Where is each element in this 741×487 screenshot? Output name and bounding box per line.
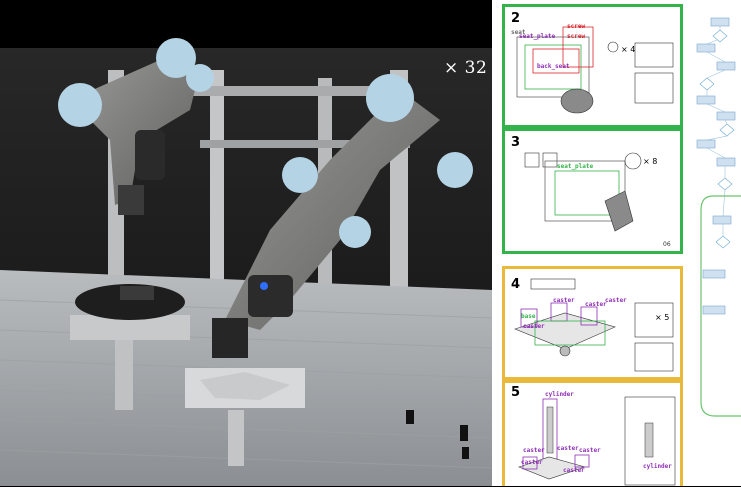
label-screw: screw <box>567 33 586 40</box>
manual-panel: 2 seat_plate screw screw seat back_seat … <box>492 0 741 486</box>
speed-label: × 32 <box>444 58 488 78</box>
label-caster: caster <box>563 467 585 474</box>
count-label: × 5 <box>655 313 670 322</box>
label-caster: caster <box>557 445 579 452</box>
label-caster: caster <box>579 447 601 454</box>
step-2-panel: 2 seat_plate screw screw seat back_seat … <box>502 4 683 128</box>
label-caster: caster <box>585 301 607 308</box>
step-4-panel: 4 caster caster caster base caster × 5 <box>502 266 683 380</box>
label-caster: caster <box>523 323 545 330</box>
step-5-panel: 5 cylinder caster caster caster caster c… <box>502 380 683 486</box>
step-2-diagram <box>516 26 674 114</box>
count-label: × 8 <box>643 157 658 166</box>
label-screw: screw <box>567 23 586 30</box>
count-label: × 4 <box>621 45 636 54</box>
label-caster: caster <box>553 297 575 304</box>
flow-graph-svg <box>696 17 741 417</box>
step-3-diagram <box>524 152 642 232</box>
robot-scene <box>0 0 492 486</box>
step-3-panel: 3 seat_plate × 8 06 <box>502 128 683 254</box>
label-cylinder: cylinder <box>643 463 672 470</box>
label-seat: seat <box>511 29 526 36</box>
robot-video-frame: × 32 <box>0 0 492 486</box>
page-number: 06 <box>663 241 671 248</box>
label-back-seat: back_seat <box>537 63 570 70</box>
label-caster: caster <box>523 447 545 454</box>
task-flow-graph <box>687 0 741 486</box>
label-caster: caster <box>521 459 543 466</box>
label-base: base <box>521 313 536 320</box>
label-seat-plate: seat_plate <box>557 163 594 170</box>
step-5-diagram <box>518 396 676 486</box>
label-caster: caster <box>605 297 627 304</box>
label-cylinder: cylinder <box>545 391 574 398</box>
